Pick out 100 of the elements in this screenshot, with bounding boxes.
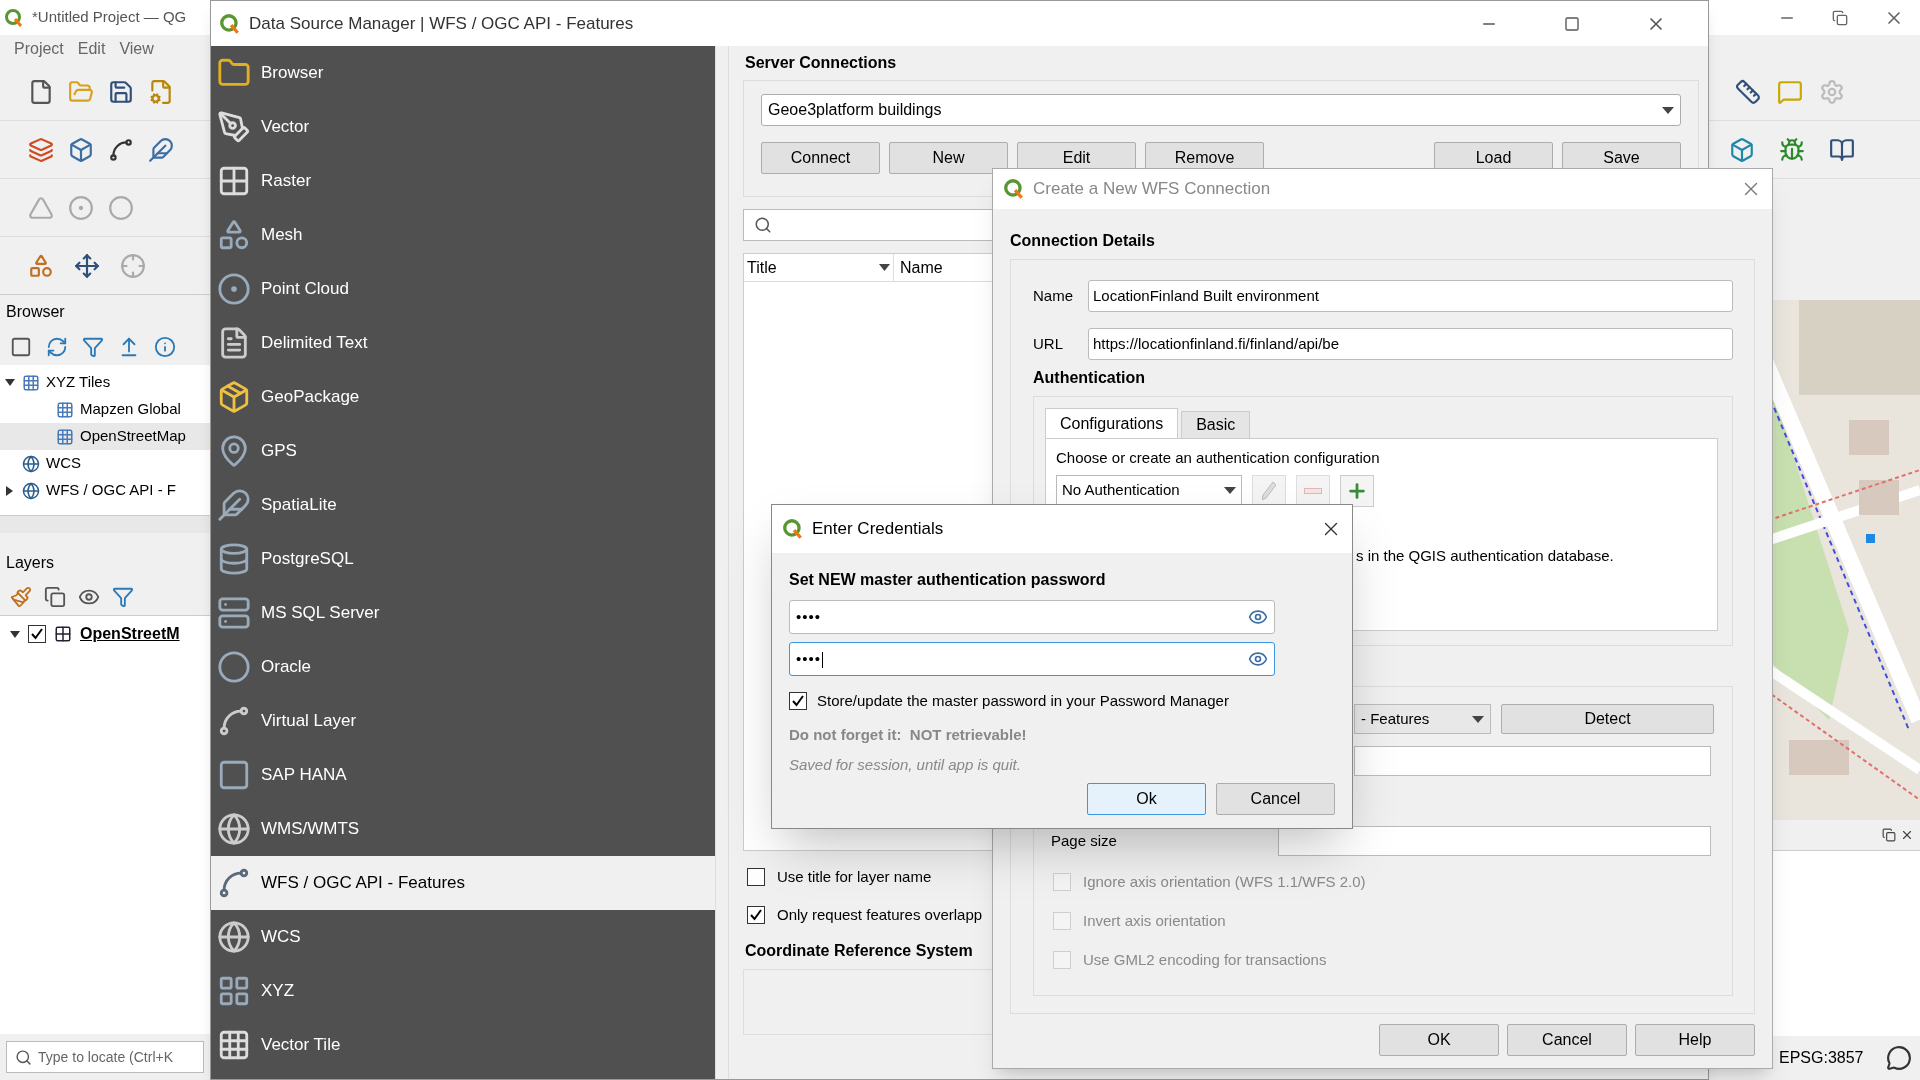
square-icon — [217, 758, 251, 792]
tree-item[interactable]: WCS — [0, 450, 210, 477]
checkbox-label[interactable]: Only request features overlapp — [777, 903, 983, 927]
tree-item[interactable]: WFS / OGC API - F — [0, 477, 210, 504]
provider-item[interactable]: XYZ — [211, 964, 715, 1018]
menu-item[interactable]: View — [119, 37, 154, 61]
expand-arrow-icon[interactable] — [5, 378, 15, 387]
layer-name[interactable]: OpenStreetM — [80, 622, 180, 646]
provider-item[interactable]: SpatiaLite — [211, 478, 715, 532]
button[interactable]: Cancel — [1507, 1024, 1627, 1056]
edit-button[interactable] — [1252, 474, 1286, 507]
shapes-icon[interactable] — [28, 252, 54, 279]
expand-arrow-icon[interactable] — [10, 629, 20, 639]
checkbox[interactable] — [747, 868, 765, 886]
layers-icon[interactable] — [28, 136, 54, 163]
dialog-button[interactable]: Cancel — [1216, 782, 1335, 815]
provider-item[interactable]: WMS/WMTS — [211, 802, 715, 856]
checkbox[interactable] — [747, 906, 765, 924]
ruler-icon[interactable] — [1735, 78, 1761, 105]
section-heading: Authentication — [1033, 368, 1145, 388]
provider-item[interactable]: Virtual Layer — [211, 694, 715, 748]
copy-icon[interactable] — [44, 586, 66, 608]
restore-icon[interactable] — [1832, 9, 1848, 26]
field-label: URL — [1033, 333, 1064, 354]
provider-item[interactable]: Browser — [211, 46, 715, 100]
close-icon[interactable] — [1900, 828, 1914, 842]
checkbox-label[interactable]: Use title for layer name — [777, 865, 932, 889]
page-size-field[interactable] — [1278, 826, 1711, 856]
refresh-icon[interactable] — [46, 336, 68, 358]
cube-icon[interactable] — [1729, 136, 1755, 163]
dialog-button[interactable]: Ok — [1087, 782, 1206, 815]
help-book-icon[interactable] — [1829, 136, 1855, 163]
auth-config-dropdown[interactable]: No Authentication — [1056, 474, 1242, 507]
float-icon[interactable] — [1882, 828, 1896, 842]
connection-dropdown[interactable]: Geoe3platform buildings — [761, 94, 1681, 126]
text-field[interactable]: LocationFinland Built environment — [1088, 280, 1733, 312]
filter-icon[interactable] — [82, 336, 104, 358]
messages-icon[interactable] — [1886, 1045, 1912, 1071]
provider-item[interactable]: GeoPackage — [211, 370, 715, 424]
password-field[interactable]: •••• — [789, 642, 1275, 676]
tree-item[interactable]: OpenStreetMap — [0, 423, 210, 450]
button[interactable]: Detect — [1501, 704, 1714, 734]
button[interactable]: Help — [1635, 1024, 1755, 1056]
menu-item[interactable]: Edit — [77, 37, 106, 61]
scrollbar[interactable] — [715, 46, 729, 1079]
provider-item[interactable]: GPS — [211, 424, 715, 478]
pen-icon — [217, 110, 251, 144]
provider-item[interactable]: Oracle — [211, 640, 715, 694]
add-button[interactable] — [1340, 474, 1374, 507]
provider-item[interactable]: Vector Tile — [211, 1018, 715, 1072]
tree-item[interactable]: Mapzen Global — [0, 396, 210, 423]
tree-item[interactable]: XYZ Tiles — [0, 369, 210, 396]
tab[interactable]: Configurations — [1045, 408, 1179, 438]
column-header[interactable]: Title — [744, 254, 894, 281]
provider-item[interactable]: PostgreSQL — [211, 532, 715, 586]
bug-icon[interactable] — [1779, 136, 1805, 163]
maximize-icon[interactable] — [1564, 15, 1580, 32]
version-dropdown[interactable]: - Features — [1354, 704, 1491, 734]
button[interactable]: New — [889, 142, 1008, 174]
provider-item[interactable]: WCS — [211, 910, 715, 964]
remove-button[interactable] — [1296, 474, 1330, 507]
column-header[interactable]: Name — [894, 255, 949, 280]
provider-item[interactable]: Raster — [211, 154, 715, 208]
provider-item[interactable]: MS SQL Server — [211, 586, 715, 640]
provider-item[interactable]: Mesh — [211, 208, 715, 262]
scrollbar[interactable] — [0, 515, 210, 533]
app-logo-icon — [4, 7, 24, 28]
filter-icon[interactable] — [112, 586, 134, 608]
file-icon[interactable] — [28, 78, 54, 105]
password-field[interactable]: •••• — [789, 600, 1275, 634]
crs-label[interactable]: EPSG:3857 — [1779, 1046, 1864, 1070]
provider-item[interactable]: Delimited Text — [211, 316, 715, 370]
provider-item[interactable]: Vector — [211, 100, 715, 154]
info-icon[interactable] — [154, 336, 176, 358]
eye-icon[interactable] — [1248, 649, 1268, 669]
checkbox[interactable] — [789, 692, 807, 711]
button[interactable]: OK — [1379, 1024, 1499, 1056]
menu-item[interactable]: Project — [14, 37, 64, 61]
file-gear-icon[interactable] — [148, 78, 174, 105]
provider-item[interactable]: Point Cloud — [211, 262, 715, 316]
text-field[interactable]: https://locationfinland.fi/finland/api/be — [1088, 328, 1733, 360]
save-icon[interactable] — [108, 78, 134, 105]
globe-icon — [217, 920, 251, 954]
collapse-arrow-icon[interactable] — [6, 485, 14, 496]
cube-icon[interactable] — [68, 136, 94, 163]
field-label: Page size — [1050, 830, 1118, 851]
checkbox-label[interactable]: Store/update the master password in your Password Manager — [817, 690, 1229, 713]
button[interactable]: Connect — [761, 142, 880, 174]
feather-icon[interactable] — [148, 136, 174, 163]
provider-item[interactable]: WFS / OGC API - Features — [211, 856, 715, 910]
checkbox[interactable] — [28, 625, 46, 643]
tab[interactable]: Basic — [1181, 411, 1251, 438]
locator-field[interactable]: Type to locate (Ctrl+K — [6, 1041, 204, 1073]
eye-icon[interactable] — [1248, 607, 1268, 627]
vector-icon[interactable] — [108, 136, 134, 163]
text-field[interactable] — [1354, 746, 1711, 776]
brush-icon[interactable] — [10, 586, 32, 608]
raster-icon — [54, 625, 72, 643]
move-icon[interactable] — [74, 252, 100, 279]
provider-item[interactable]: SAP HANA — [211, 748, 715, 802]
